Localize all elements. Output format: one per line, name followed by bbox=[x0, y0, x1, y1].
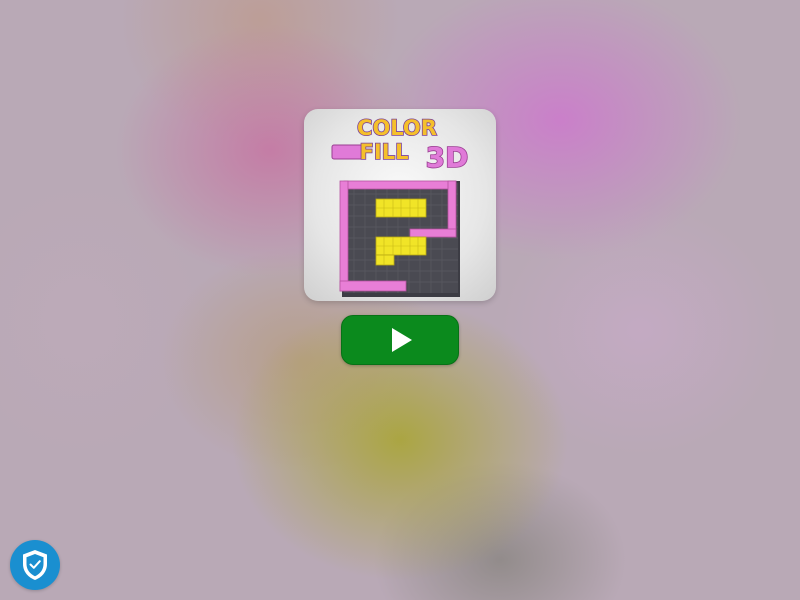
game-thumbnail[interactable]: COLOR FILL 3D bbox=[304, 109, 496, 301]
game-title-line2: FILL bbox=[360, 140, 409, 164]
privacy-shield-button[interactable] bbox=[10, 540, 60, 590]
play-icon bbox=[392, 328, 412, 352]
game-title-line1: COLOR bbox=[357, 116, 437, 140]
game-artwork: COLOR FILL 3D bbox=[331, 115, 469, 297]
game-title-suffix: 3D bbox=[426, 141, 469, 174]
play-button[interactable] bbox=[341, 315, 459, 365]
shield-check-icon bbox=[23, 550, 47, 580]
background-blur: COLOR FILL 3D bbox=[0, 0, 800, 600]
